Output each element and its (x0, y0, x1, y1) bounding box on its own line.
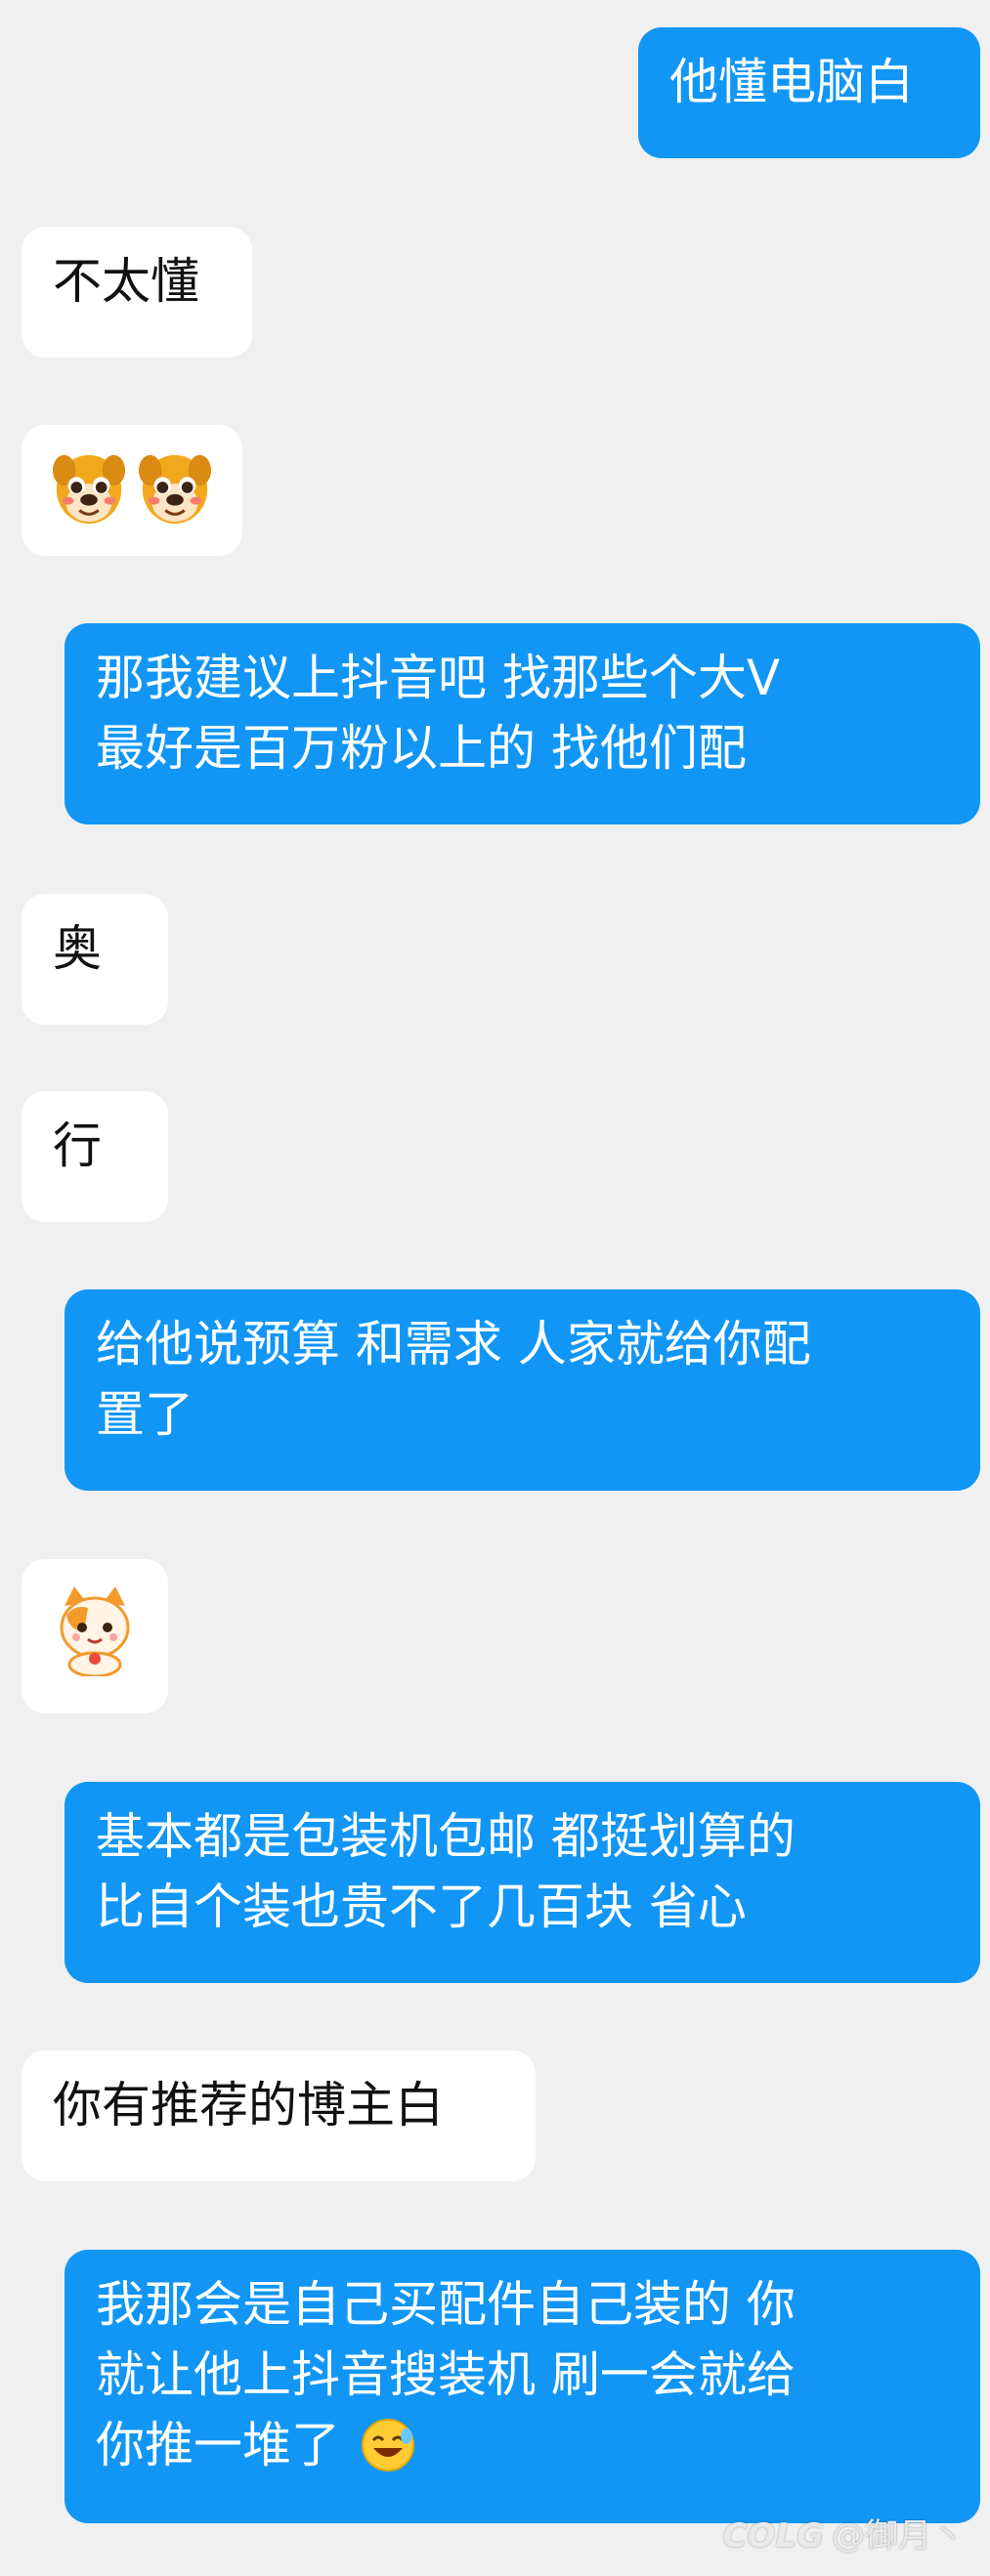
chat-view: 他懂电脑白 不太懂 那我建议上抖音吧 找那些个大V 最好是百万粉以上的 找他们配… (0, 0, 990, 2576)
message-text: 比自个装也贵不了几百块 省心 (96, 1879, 747, 1935)
message-bubble-incoming[interactable]: 你有推荐的博主白 (22, 2050, 536, 2181)
message-bubble-outgoing[interactable]: 我那会是自己买配件自己装的 你 就让他上抖音搜装机 刷一会就给 你推一堆了 (65, 2250, 980, 2523)
watermark-logo: COLG (722, 2516, 824, 2555)
message-text: 你推一堆了 (96, 2417, 340, 2473)
message-bubble-incoming[interactable]: 行 (22, 1091, 168, 1222)
message-text: 行 (53, 1118, 102, 1174)
message-bubble-incoming-emoji[interactable] (22, 425, 242, 556)
message-text: 就让他上抖音搜装机 刷一会就给 (96, 2346, 796, 2403)
watermark: COLG @御月丶 (723, 2509, 965, 2556)
message-text: 给他说预算 和需求 人家就给你配 (96, 1316, 811, 1372)
lucky-cat-emoji (60, 1586, 130, 1676)
message-bubble-incoming-emoji[interactable] (22, 1559, 168, 1713)
message-text: 奥 (53, 920, 102, 977)
message-bubble-outgoing[interactable]: 他懂电脑白 (638, 27, 980, 158)
message-text: 他懂电脑白 (669, 54, 914, 110)
message-bubble-outgoing[interactable]: 那我建议上抖音吧 找那些个大V 最好是百万粉以上的 找他们配 (65, 623, 980, 824)
watermark-user: @御月丶 (832, 2516, 965, 2555)
message-bubble-incoming[interactable]: 奥 (22, 894, 168, 1025)
message-text: 你有推荐的博主白 (53, 2077, 444, 2133)
message-bubble-outgoing[interactable]: 基本都是包装机包邮 都挺划算的 比自个装也贵不了几百块 省心 (65, 1782, 980, 1983)
message-text: 置了 (96, 1386, 194, 1443)
message-bubble-outgoing[interactable]: 给他说预算 和需求 人家就给你配 置了 (65, 1289, 980, 1491)
dog-face-emoji (138, 454, 212, 525)
message-text: 不太懂 (53, 253, 199, 310)
message-text: 基本都是包装机包邮 都挺划算的 (96, 1808, 796, 1865)
message-text: 最好是百万粉以上的 找他们配 (96, 720, 747, 777)
message-bubble-incoming[interactable]: 不太懂 (22, 227, 252, 358)
laughing-face-emoji (361, 2418, 414, 2471)
message-text: 那我建议上抖音吧 找那些个大V (96, 650, 781, 706)
dog-face-emoji (52, 454, 126, 525)
message-text: 我那会是自己买配件自己装的 你 (96, 2276, 796, 2333)
